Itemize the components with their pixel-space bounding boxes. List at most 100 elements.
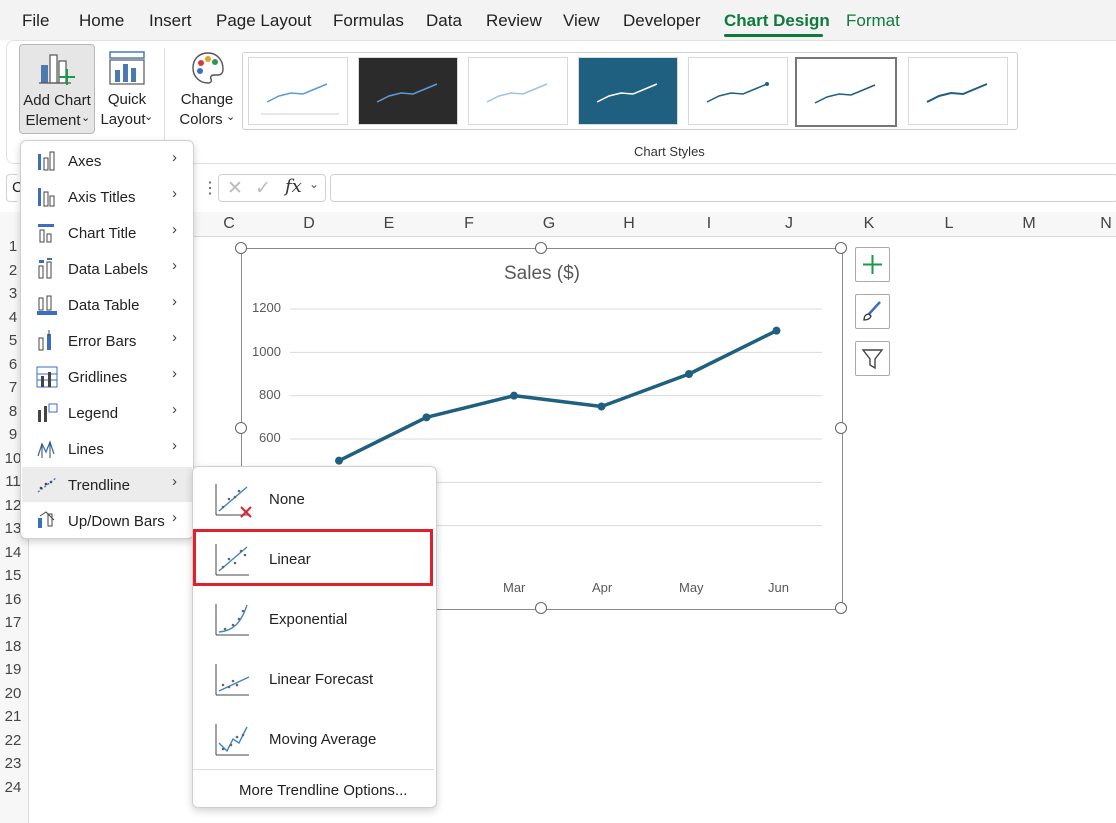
column-header[interactable]: I — [699, 215, 719, 233]
column-header[interactable]: F — [459, 215, 479, 233]
more-trendline-options[interactable]: More Trendline Options... — [193, 769, 434, 806]
chevron-down-icon: ⌄ — [144, 111, 154, 123]
resize-handle[interactable] — [835, 242, 847, 254]
chart-style-1[interactable] — [248, 57, 348, 125]
menu-item-chart-title[interactable]: Chart Title › — [22, 215, 192, 250]
chart-style-2[interactable] — [358, 57, 458, 125]
trendline-exponential[interactable]: Exponential — [194, 589, 435, 649]
add-chart-element-label-1: Add Chart — [23, 92, 91, 109]
chart-styles-button[interactable] — [855, 294, 890, 329]
resize-handle[interactable] — [535, 242, 547, 254]
chart-title-icon — [38, 224, 54, 243]
column-header[interactable]: H — [619, 215, 639, 233]
trendline-linear-forecast[interactable]: Linear Forecast — [194, 649, 435, 709]
tab-view[interactable]: View — [563, 11, 600, 31]
lines-icon — [37, 440, 55, 458]
tab-home[interactable]: Home — [79, 11, 124, 31]
change-colors-button[interactable]: Change Colors ⌄ — [172, 44, 242, 132]
row-header[interactable]: 24 — [0, 779, 26, 796]
column-header[interactable]: E — [379, 215, 399, 233]
axis-titles-icon — [38, 188, 55, 207]
menu-item-up-down-bars[interactable]: Up/Down Bars › — [22, 503, 192, 538]
tab-format[interactable]: Format — [846, 11, 900, 31]
menu-item-lines[interactable]: Lines › — [22, 431, 192, 466]
row-header[interactable]: 15 — [0, 567, 26, 584]
tab-file[interactable]: File — [22, 11, 49, 31]
resize-handle[interactable] — [835, 422, 847, 434]
tab-review[interactable]: Review — [486, 11, 542, 31]
data-point[interactable] — [685, 370, 693, 378]
quick-layout-icon — [109, 51, 145, 85]
menu-item-label: Error Bars — [68, 333, 137, 350]
tab-formulas[interactable]: Formulas — [333, 11, 404, 31]
row-header[interactable]: 20 — [0, 685, 26, 702]
data-point[interactable] — [510, 391, 518, 400]
column-header[interactable]: K — [859, 215, 879, 233]
data-point[interactable] — [335, 456, 343, 465]
chart-style-4[interactable] — [578, 57, 678, 125]
resize-handle[interactable] — [835, 602, 847, 614]
column-header[interactable]: J — [779, 215, 799, 233]
add-chart-element-menu: Axes › Axis Titles › Chart Title › Data Labels… — [20, 140, 194, 539]
column-header[interactable]: G — [539, 215, 559, 233]
column-header[interactable]: C — [219, 215, 239, 233]
name-box[interactable]: C — [6, 174, 23, 202]
resize-handle[interactable] — [235, 242, 247, 254]
menu-item-data-labels[interactable]: Data Labels › — [22, 251, 192, 286]
resize-handle[interactable] — [535, 602, 547, 614]
more-options-icon[interactable]: ⋮ — [202, 178, 218, 198]
row-header[interactable]: 17 — [0, 614, 26, 631]
tab-insert[interactable]: Insert — [149, 11, 192, 31]
row-header[interactable]: 21 — [0, 708, 26, 725]
chevron-right-icon: › — [172, 257, 177, 274]
menu-item-gridlines[interactable]: Gridlines › — [22, 359, 192, 394]
menu-item-axes[interactable]: Axes › — [22, 143, 192, 178]
tab-chart-design[interactable]: Chart Design — [724, 11, 830, 31]
chart-filters-button[interactable] — [855, 341, 890, 376]
tab-page-layout[interactable]: Page Layout — [216, 11, 311, 31]
resize-handle[interactable] — [235, 422, 247, 434]
trendline-moving-average-icon — [215, 724, 249, 756]
column-header[interactable]: D — [299, 215, 319, 233]
chart-style-6[interactable] — [795, 57, 897, 127]
tab-developer[interactable]: Developer — [623, 11, 701, 31]
filter-icon — [861, 349, 884, 370]
chevron-right-icon: › — [172, 401, 177, 418]
row-header[interactable]: 18 — [0, 638, 26, 655]
data-point[interactable] — [772, 326, 781, 335]
menu-item-data-table[interactable]: Data Table › — [22, 287, 192, 322]
trendline-submenu: None Linear Exponential Linear Forecast — [192, 466, 437, 808]
trendline-moving-average-label: Moving Average — [269, 731, 377, 748]
add-chart-element-button[interactable]: Add Chart Element ⌄ — [19, 44, 95, 134]
tab-data[interactable]: Data — [426, 11, 462, 31]
trendline-none[interactable]: None — [194, 469, 435, 529]
row-header[interactable]: 14 — [0, 544, 26, 561]
menu-item-legend[interactable]: Legend › — [22, 395, 192, 430]
menu-item-trendline[interactable]: Trendline › — [22, 467, 192, 502]
trendline-none-icon — [215, 484, 252, 518]
row-header[interactable]: 23 — [0, 755, 26, 772]
column-header[interactable]: N — [1096, 215, 1116, 233]
active-tab-indicator — [724, 34, 823, 37]
confirm-icon[interactable]: ✓ — [255, 177, 271, 200]
data-point[interactable] — [597, 402, 606, 411]
row-header[interactable]: 19 — [0, 661, 26, 678]
menu-item-label: Trendline — [68, 477, 130, 494]
quick-layout-button[interactable]: Quick Layout ⌄ — [96, 44, 158, 132]
chart-style-3[interactable] — [468, 57, 568, 125]
cancel-icon[interactable]: ✕ — [227, 177, 243, 200]
menu-item-axis-titles[interactable]: Axis Titles › — [22, 179, 192, 214]
formula-input[interactable] — [330, 174, 1116, 202]
chevron-down-icon: ⌄ — [309, 177, 320, 191]
chart-elements-button[interactable] — [855, 247, 890, 282]
chart-style-5[interactable] — [688, 57, 788, 125]
column-header[interactable]: M — [1019, 215, 1039, 233]
insert-function-icon[interactable]: fx — [285, 176, 302, 197]
column-header[interactable]: L — [939, 215, 959, 233]
row-header[interactable]: 22 — [0, 732, 26, 749]
menu-item-error-bars[interactable]: Error Bars › — [22, 323, 192, 358]
trendline-moving-average[interactable]: Moving Average — [194, 709, 435, 769]
chart-style-7[interactable] — [908, 57, 1008, 125]
data-point[interactable] — [422, 413, 431, 422]
row-header[interactable]: 16 — [0, 591, 26, 608]
